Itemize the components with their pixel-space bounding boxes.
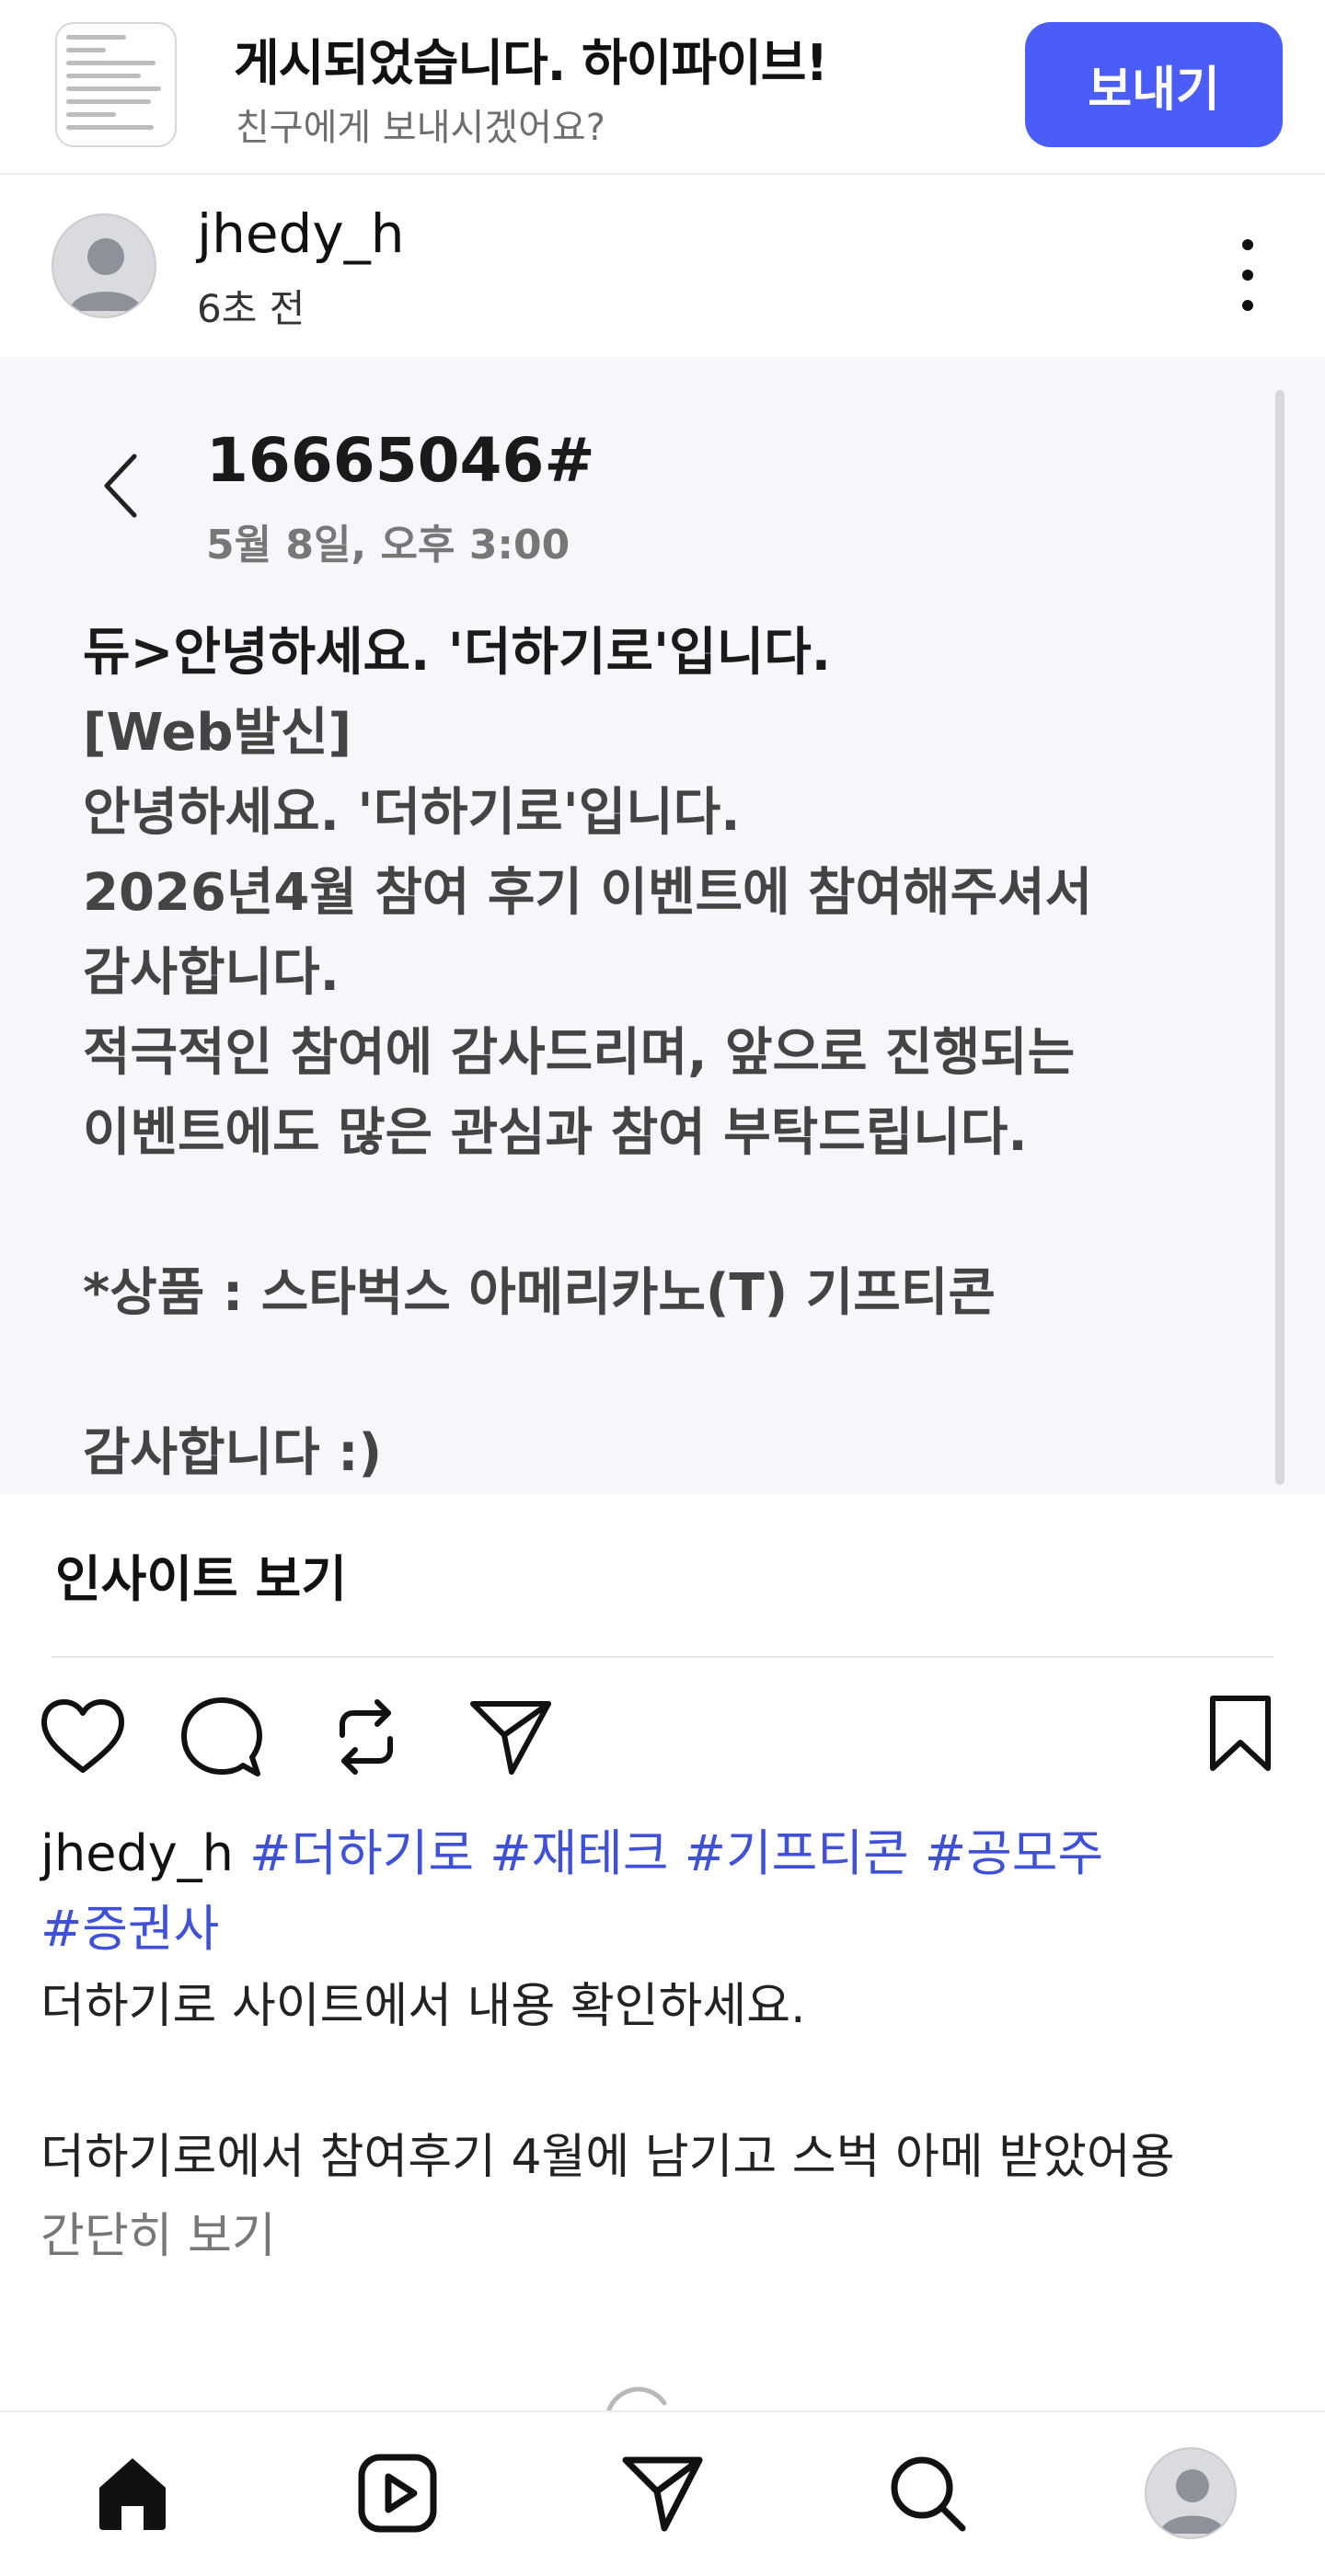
more-dot-icon — [1242, 300, 1253, 311]
avatar[interactable] — [52, 213, 156, 318]
nav-search[interactable] — [887, 2453, 968, 2537]
repost-icon — [340, 1699, 393, 1775]
banner-title: 게시되었습니다. 하이파이브! — [234, 34, 828, 92]
nav-profile[interactable] — [1145, 2447, 1237, 2539]
caption-username[interactable]: jhedy_h — [40, 1824, 234, 1882]
message-line: 듀>안녕하세요. '더하기로'입니다. — [83, 623, 832, 683]
message-line: *상품 : 스타벅스 아메리카노(T) 기프티콘 — [83, 1263, 996, 1323]
post-published-banner: 게시되었습니다. 하이파이브! 친구에게 보내시겠어요? 보내기 — [0, 0, 1325, 175]
post-thumbnail[interactable] — [55, 22, 177, 147]
direct-icon — [622, 2456, 703, 2532]
reels-icon — [358, 2454, 437, 2533]
hashtag[interactable]: #더하기로 — [249, 1824, 474, 1882]
post-username[interactable]: jhedy_h — [197, 202, 404, 265]
bottom-navigation — [0, 2410, 1325, 2576]
message-line: 2026년4월 참여 후기 이벤트에 참여해주셔서 — [83, 863, 1093, 923]
image-scrollbar — [1275, 390, 1285, 1485]
image-message-body: 듀>안녕하세요. '더하기로'입니다. [Web발신] 안녕하세요. '더하기로… — [83, 613, 1242, 1493]
hashtag[interactable]: #기프티콘 — [685, 1824, 909, 1882]
divider — [52, 1656, 1273, 1658]
comment-icon — [181, 1697, 262, 1777]
share-icon — [470, 1701, 551, 1775]
caption-line: 더하기로 사이트에서 내용 확인하세요. — [40, 1979, 806, 2034]
message-line: 감사합니다. — [83, 943, 340, 1003]
message-line: 이벤트에도 많은 관심과 참여 부탁드립니다. — [83, 1103, 1028, 1163]
bookmark-icon — [1210, 1696, 1271, 1771]
nav-reels[interactable] — [357, 2453, 438, 2537]
image-message-title: 16665046# — [206, 425, 595, 496]
hashtag[interactable]: #증권사 — [40, 1900, 219, 1958]
more-dot-icon — [1242, 270, 1253, 281]
post-header: jhedy_h 6초 전 — [0, 177, 1325, 357]
see-less-link[interactable]: 간단히 보기 — [40, 2197, 276, 2266]
post-timestamp: 6초 전 — [197, 286, 305, 331]
caption-line: 더하기로에서 참여후기 4월에 남기고 스벅 아메 받았어용 — [40, 2130, 1175, 2185]
message-line: 감사합니다 :) — [83, 1423, 383, 1483]
bookmark-button[interactable] — [1207, 1695, 1273, 1774]
nav-direct[interactable] — [622, 2453, 703, 2537]
message-line — [83, 1173, 1242, 1253]
nav-home[interactable] — [92, 2453, 173, 2537]
more-options-button[interactable] — [1229, 234, 1266, 316]
message-line: 적극적인 참여에 감사드리며, 앞으로 진행되는 — [83, 1023, 1076, 1083]
profile-avatar — [1159, 2469, 1226, 2534]
banner-subtitle: 친구에게 보내시겠어요? — [236, 107, 605, 149]
search-icon — [891, 2456, 966, 2532]
home-icon — [99, 2458, 166, 2530]
message-line — [83, 1333, 1242, 1413]
comment-button[interactable] — [180, 1696, 263, 1779]
hashtag[interactable]: #공모주 — [925, 1824, 1103, 1882]
send-button[interactable]: 보내기 — [1025, 22, 1283, 147]
message-line: 안녕하세요. '더하기로'입니다. — [83, 783, 741, 843]
repost-button[interactable] — [324, 1695, 409, 1779]
like-button[interactable] — [40, 1698, 125, 1776]
hashtag[interactable]: #재테크 — [490, 1824, 668, 1882]
message-line: [Web발신] — [83, 703, 352, 763]
more-dot-icon — [1242, 239, 1253, 250]
post-image[interactable]: 16665046# 5월 8일, 오후 3:00 듀>안녕하세요. '더하기로'… — [0, 357, 1325, 1494]
heart-icon — [41, 1699, 124, 1773]
default-avatar-icon — [69, 238, 143, 311]
view-insights-link[interactable]: 인사이트 보기 — [55, 1538, 347, 1611]
image-message-date: 5월 8일, 오후 3:00 — [206, 522, 570, 569]
share-button[interactable] — [469, 1698, 552, 1777]
post-caption: jhedy_h #더하기로 #재테크 #기프티콘 #공모주 #증권사 — [40, 1816, 1301, 1967]
back-chevron-icon — [104, 454, 137, 518]
